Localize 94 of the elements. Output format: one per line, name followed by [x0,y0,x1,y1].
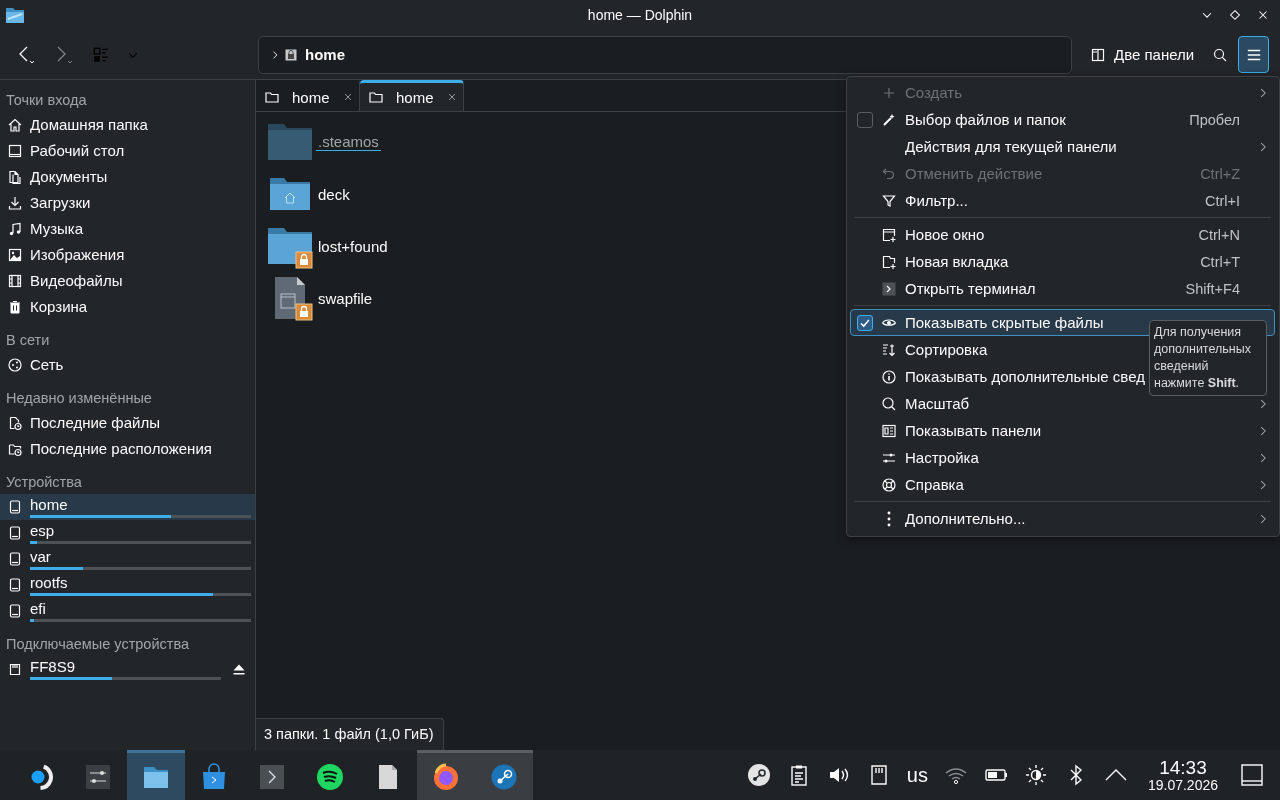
menu-item[interactable]: Новое окно [905,226,985,243]
sidebar-item[interactable]: Сеть [0,352,255,378]
checkbox[interactable] [857,314,873,331]
menu-item[interactable]: Выбор файлов и папок [905,111,1066,128]
sidebar-item[interactable]: Корзина [0,294,255,320]
search-icon[interactable] [1212,46,1229,63]
menu-item[interactable]: Показывать дополнительные свед [905,368,1145,385]
film-icon [6,273,24,289]
settings-sliders-icon [84,762,112,791]
sidebar-item[interactable]: Музыка [0,216,255,242]
spotify-icon [316,762,344,791]
clock[interactable]: 14:33 19.07.2026 [1147,757,1218,793]
location-text: home [305,46,345,63]
section-heading: В сети [5,331,51,350]
steam-icon[interactable] [746,763,771,787]
file-name[interactable]: .steamos [316,133,381,151]
menu-item[interactable]: Масштаб [905,395,970,412]
sidebar-item[interactable]: var [0,546,255,572]
section-heading: Недавно изменённые [5,389,153,408]
home-icon [6,117,24,133]
tab-label: home [292,88,330,106]
menu-item[interactable]: Показывать панели [905,422,1042,439]
menu-button[interactable] [1238,36,1270,73]
file-name[interactable]: deck [316,185,352,203]
steam-icon [490,762,518,791]
folder-icon [5,6,25,24]
brightness-icon[interactable] [1023,763,1048,787]
tab-label: home [396,88,434,106]
download-icon [6,195,24,211]
folder-icon [264,89,280,105]
tab[interactable]: home [360,80,464,111]
sidebar-item[interactable]: rootfs [0,572,255,598]
sidebar-item[interactable]: Домашняя папка [0,112,255,138]
section-heading: Устройства [5,473,83,492]
shortcut: Ctrl+Z [1200,165,1240,182]
sidebar-item[interactable]: Документы [0,164,255,190]
sidebar-item[interactable]: Рабочий стол [0,138,255,164]
desktop-icon [6,143,24,159]
terminal-icon [881,280,897,297]
new-window-icon [881,226,897,243]
show-desktop-icon[interactable] [1240,763,1264,787]
zoom-icon [881,395,897,412]
sidebar-item[interactable]: home [0,494,255,520]
filter-icon [881,192,897,209]
more-icon [887,510,891,527]
menu-item[interactable]: Фильтр... [905,192,968,209]
location-bar[interactable]: home [258,35,1072,74]
firefox-icon [432,762,460,791]
keyboard-layout[interactable]: us [906,763,928,787]
terminal-icon [258,762,286,791]
checkbox[interactable] [857,111,873,128]
split-panel-icon [1090,46,1106,63]
shortcut: Shift+F4 [1185,280,1240,297]
split-view-button[interactable]: Две панели [1084,42,1201,67]
menu-item[interactable]: Сортировка [905,341,988,358]
window-title: home — Dolphin [587,7,693,23]
menu-item[interactable]: Новая вкладка [905,253,1009,270]
lifebuoy-icon [881,476,897,493]
image-icon [6,247,24,263]
document-icon [6,169,24,185]
section-heading: Точки входа [5,91,88,110]
sort-icon [881,341,897,358]
menu-item[interactable]: Настройка [905,449,979,466]
shortcut: Ctrl+T [1200,253,1240,270]
menu-item[interactable]: Действия для текущей панели [905,138,1117,155]
shortcut: Пробел [1189,111,1240,128]
file-name[interactable]: lost+found [316,237,390,255]
tooltip: Для получения дополнительных сведений нажмите Shift. [1149,320,1267,396]
sidebar-item[interactable]: esp [0,520,255,546]
shortcut: Ctrl+N [1198,226,1240,243]
sidebar-item[interactable]: Изображения [0,242,255,268]
recent-folder-icon [6,441,24,457]
network-icon [6,357,24,373]
panels-icon [881,422,897,439]
menu-item[interactable]: Дополнительно... [905,510,1026,527]
sidebar-item[interactable]: efi [0,598,255,624]
folder-icon [368,89,384,105]
info-icon [881,368,897,385]
new-tab-icon [881,253,897,270]
sidebar-item[interactable]: FF8S9 [0,656,255,682]
file-name[interactable]: swapfile [316,289,375,307]
status-bar: 3 папки. 1 файл (1,0 ГиБ) [256,718,444,750]
drive-icon [285,48,297,61]
menu-item[interactable]: Справка [905,476,964,493]
store-bag-icon [200,762,228,791]
section-heading: Подключаемые устройства [5,635,191,654]
sidebar-item[interactable]: Последние файлы [0,410,255,436]
sidebar-item[interactable]: Видеофайлы [0,268,255,294]
sidebar-item[interactable]: Загрузки [0,190,255,216]
maximize-icon[interactable] [1228,8,1242,22]
menu-item[interactable]: Открыть терминал [905,280,1036,297]
sidebar-item[interactable]: Последние расположения [0,436,255,462]
shortcut: Ctrl+I [1204,192,1240,209]
view-mode-icon [92,45,110,64]
